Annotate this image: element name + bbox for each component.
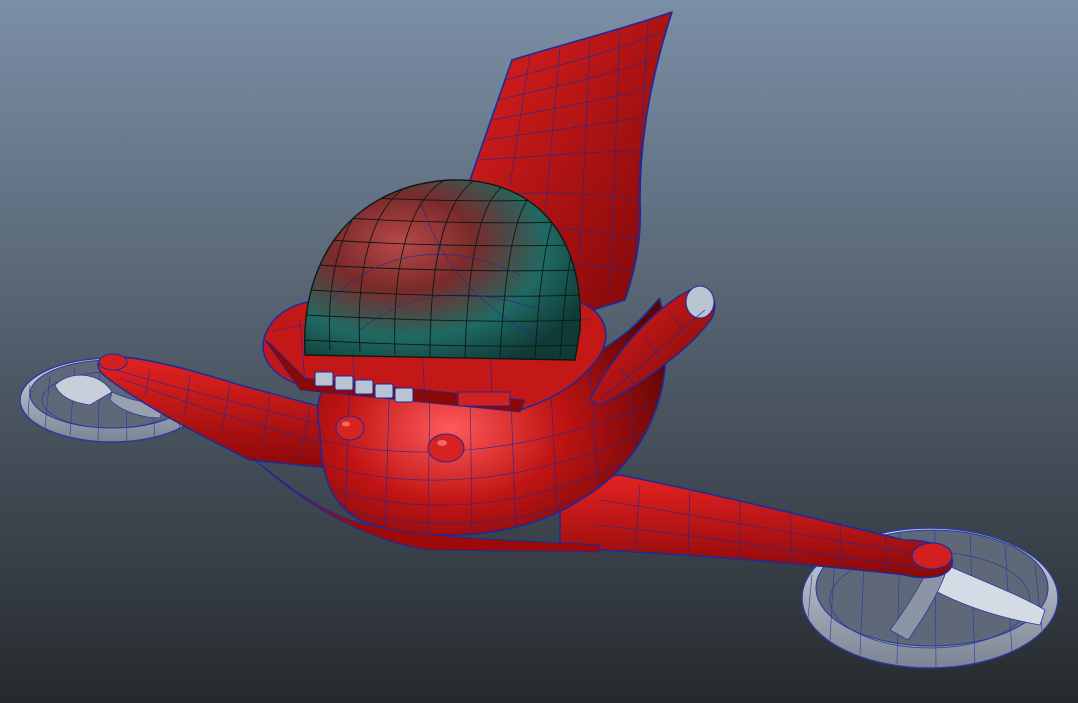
right-light[interactable] bbox=[427, 433, 465, 463]
panel-block-4[interactable] bbox=[374, 383, 394, 399]
panel-block-3[interactable] bbox=[354, 379, 374, 395]
panel-block-1[interactable] bbox=[314, 371, 334, 387]
panel-block-5[interactable] bbox=[394, 387, 414, 403]
left-light[interactable] bbox=[335, 415, 365, 441]
panel-block-2[interactable] bbox=[334, 375, 354, 391]
viewport-canvas[interactable] bbox=[0, 0, 1078, 703]
3d-viewport[interactable] bbox=[0, 0, 1078, 703]
side-vent[interactable] bbox=[457, 391, 511, 407]
